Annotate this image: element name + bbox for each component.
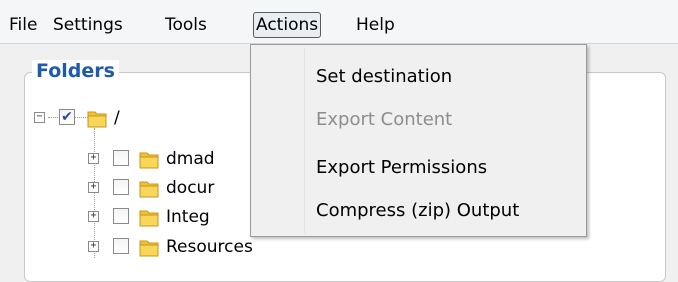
item-checkbox[interactable] (113, 179, 129, 195)
item-checkbox[interactable] (113, 238, 129, 254)
tree-item-label: Resources (166, 237, 253, 257)
menu-item-set-destination[interactable]: Set destination (316, 59, 452, 95)
tree-item-label: docur (166, 178, 215, 198)
tree-item-label: Integ (166, 207, 210, 227)
expand-icon[interactable]: + (88, 211, 99, 222)
tree-item-row[interactable]: + Resources (88, 236, 328, 264)
folder-icon (139, 240, 159, 257)
actions-dropdown: Set destination Export Content Export Pe… (250, 44, 587, 237)
menu-file[interactable]: File (6, 12, 40, 38)
tree-root-label: / (114, 108, 120, 128)
folder-icon (139, 152, 159, 169)
menu-item-export-permissions[interactable]: Export Permissions (316, 150, 487, 186)
expand-icon[interactable]: + (88, 241, 99, 252)
item-checkbox[interactable] (113, 208, 129, 224)
folder-icon (87, 111, 107, 128)
menu-bar: File Settings Tools Actions Help (0, 0, 678, 44)
menu-tools[interactable]: Tools (162, 12, 210, 38)
menu-item-export-content: Export Content (316, 109, 453, 130)
folder-icon (139, 210, 159, 227)
root-checkbox[interactable]: ✔ (59, 109, 75, 125)
menu-item-compress-output[interactable]: Compress (zip) Output (316, 193, 519, 229)
expand-icon[interactable]: + (88, 182, 99, 193)
menu-settings[interactable]: Settings (50, 12, 126, 38)
menu-actions[interactable]: Actions (253, 12, 322, 38)
folders-title: Folders (32, 60, 119, 82)
collapse-icon[interactable]: − (34, 112, 45, 123)
expand-icon[interactable]: + (88, 153, 99, 164)
menu-help[interactable]: Help (353, 12, 398, 38)
folder-icon (139, 181, 159, 198)
item-checkbox[interactable] (113, 150, 129, 166)
menu-gutter (304, 48, 305, 233)
tree-item-label: dmad (166, 149, 215, 169)
